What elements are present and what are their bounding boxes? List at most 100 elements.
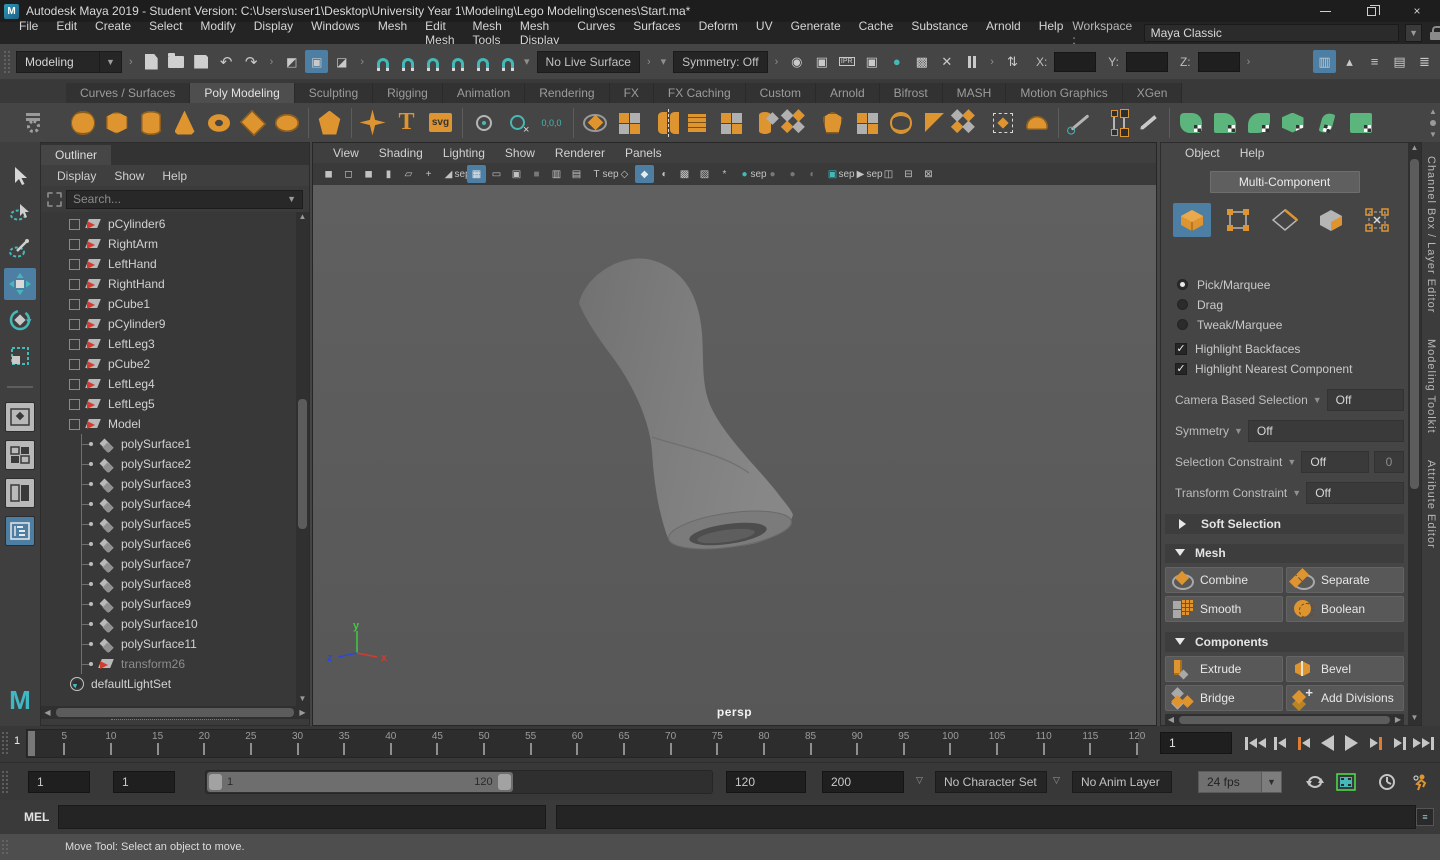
- range-end-handle[interactable]: [498, 774, 511, 790]
- setting-value[interactable]: Off: [1327, 389, 1404, 411]
- shelf-tab[interactable]: Rigging: [373, 83, 443, 103]
- go-to-start-button[interactable]: [1245, 731, 1266, 755]
- symmetry-dropdown-arrow[interactable]: ▾: [658, 55, 670, 68]
- field-chart-icon[interactable]: ▥: [547, 165, 566, 183]
- snap-to-projected-center-icon[interactable]: [446, 50, 469, 73]
- camera-settings-icon[interactable]: ◼: [359, 165, 378, 183]
- symmetry-field[interactable]: Symmetry: Off: [673, 51, 767, 73]
- outliner-item[interactable]: defaultLightSet: [41, 674, 296, 694]
- quad-draw-icon[interactable]: [612, 106, 645, 139]
- poly-cylinder-icon[interactable]: [134, 106, 167, 139]
- component-tool-button[interactable]: Add Divisions: [1286, 685, 1404, 711]
- range-track[interactable]: 1 120: [205, 770, 713, 794]
- move-tool[interactable]: [4, 268, 36, 300]
- menu-item[interactable]: File: [10, 19, 47, 47]
- component-tool-button[interactable]: Extrude: [1165, 656, 1283, 682]
- ambient-occlusion-icon[interactable]: ●: [783, 165, 802, 183]
- setting-dropdown-arrow[interactable]: ▼: [1287, 457, 1296, 467]
- fps-dropdown-arrow[interactable]: ▼: [1262, 771, 1282, 793]
- menu-item[interactable]: Create: [86, 19, 140, 47]
- shelf-tab[interactable]: FX Caching: [654, 83, 746, 103]
- menu-item[interactable]: Mesh Display: [511, 19, 568, 47]
- workspace-selector[interactable]: Maya Classic: [1144, 24, 1399, 42]
- panel-splitter[interactable]: [111, 719, 239, 725]
- vertex-mode-button[interactable]: [1219, 203, 1257, 237]
- paint-effects-icon[interactable]: ✕: [935, 50, 958, 73]
- mel-label[interactable]: MEL: [24, 810, 58, 824]
- menu-item[interactable]: Curves: [568, 19, 624, 47]
- hypershade-icon[interactable]: ▩: [910, 50, 933, 73]
- svg-icon[interactable]: svg: [424, 106, 457, 139]
- menu-item[interactable]: Windows: [302, 19, 369, 47]
- shelf-tab[interactable]: Bifrost: [880, 83, 943, 103]
- shelf-tab[interactable]: Custom: [746, 83, 816, 103]
- wireframe-icon[interactable]: ◇: [615, 165, 634, 183]
- setting-dropdown-arrow[interactable]: ▼: [1313, 395, 1322, 405]
- mesh-tool-button[interactable]: Combine: [1165, 567, 1283, 593]
- menu-item[interactable]: Generate: [782, 19, 850, 47]
- viewport-menu-item[interactable]: Panels: [615, 146, 672, 160]
- shelf-tab[interactable]: FX: [610, 83, 654, 103]
- toolkit-checkbox[interactable]: ✓ Highlight Backfaces: [1175, 339, 1404, 359]
- gate-mask-icon[interactable]: ■: [527, 165, 546, 183]
- expand-toggle[interactable]: [69, 239, 80, 250]
- object-mode-button[interactable]: [1173, 203, 1211, 237]
- mesh-tool-button[interactable]: Separate: [1286, 567, 1404, 593]
- expand-toggle[interactable]: [69, 299, 80, 310]
- viewport-canvas[interactable]: y x z persp: [313, 185, 1156, 725]
- z-input[interactable]: [1198, 52, 1240, 72]
- menu-item[interactable]: Edit Mesh: [416, 19, 463, 47]
- shelf-scroll[interactable]: ▲▼: [1426, 105, 1440, 141]
- step-forward-frame-button[interactable]: [1365, 731, 1386, 755]
- setting-dropdown-arrow[interactable]: ▼: [1234, 426, 1243, 436]
- menu-item[interactable]: Substance: [902, 19, 977, 47]
- menu-set-dropdown-arrow[interactable]: ▼: [100, 51, 122, 73]
- face-mode-button[interactable]: [1312, 203, 1350, 237]
- menu-item[interactable]: Cache: [850, 19, 903, 47]
- group-collapse-chevron[interactable]: ›: [644, 56, 654, 68]
- pane-layout-icon[interactable]: ◫: [879, 165, 898, 183]
- play-backwards-button[interactable]: [1317, 731, 1338, 755]
- scale-tool[interactable]: [4, 340, 36, 372]
- time-slider-grip[interactable]: [0, 730, 10, 756]
- viewport-menu-item[interactable]: Renderer: [545, 146, 615, 160]
- toolkit-vertical-scrollbar[interactable]: ▲ ▼: [1408, 143, 1421, 725]
- step-back-frame-button[interactable]: [1293, 731, 1314, 755]
- mirror-icon[interactable]: [646, 106, 679, 139]
- shelf-tab[interactable]: Curves / Surfaces: [66, 83, 190, 103]
- menu-item[interactable]: Mesh: [369, 19, 416, 47]
- outliner-item[interactable]: polySurface4: [41, 494, 296, 514]
- playback-start-field[interactable]: 1: [113, 771, 175, 793]
- camera-icon[interactable]: ◼: [319, 165, 338, 183]
- render-settings-icon[interactable]: ▣: [860, 50, 883, 73]
- mesh-section[interactable]: Mesh: [1165, 544, 1404, 564]
- pane-layout2-icon[interactable]: ⊟: [899, 165, 918, 183]
- range-slider-grip[interactable]: [0, 769, 10, 795]
- lattice-icon[interactable]: [986, 106, 1019, 139]
- shelf-menu-icon[interactable]: [26, 113, 40, 116]
- spread-icon[interactable]: [952, 106, 985, 139]
- menu-item[interactable]: Surfaces: [624, 19, 689, 47]
- outliner-vertical-scrollbar[interactable]: ▲ ▼: [296, 212, 309, 706]
- construction-plane-icon[interactable]: [467, 106, 500, 139]
- fps-selector[interactable]: 24 fps ▼: [1198, 771, 1282, 793]
- playhead[interactable]: [28, 731, 35, 756]
- render-view-icon[interactable]: ◉: [785, 50, 808, 73]
- filter-icon[interactable]: [47, 192, 62, 207]
- poly-text-icon[interactable]: T: [390, 106, 423, 139]
- poly-cone-icon[interactable]: [168, 106, 201, 139]
- boolean-intersection-icon[interactable]: [1242, 106, 1275, 139]
- character-set-dropdown-arrow[interactable]: ▽: [916, 775, 923, 786]
- outliner-item[interactable]: Model: [41, 414, 296, 434]
- new-scene-icon[interactable]: [140, 50, 163, 73]
- rotate-tool[interactable]: [4, 304, 36, 336]
- selection-mode-radio[interactable]: Tweak/Marquee: [1177, 315, 1404, 335]
- menu-item[interactable]: Deform: [690, 19, 747, 47]
- time-ruler[interactable]: 5 10 15 20 25: [26, 729, 1138, 758]
- workspace-dropdown-arrow[interactable]: ▼: [1405, 24, 1423, 42]
- outliner-item[interactable]: transform26: [41, 654, 296, 674]
- setting-extra-field[interactable]: 0: [1374, 451, 1404, 473]
- sep-c[interactable]: sep: [755, 165, 762, 183]
- expand-toggle[interactable]: [69, 379, 80, 390]
- sep-a[interactable]: sep: [459, 165, 466, 183]
